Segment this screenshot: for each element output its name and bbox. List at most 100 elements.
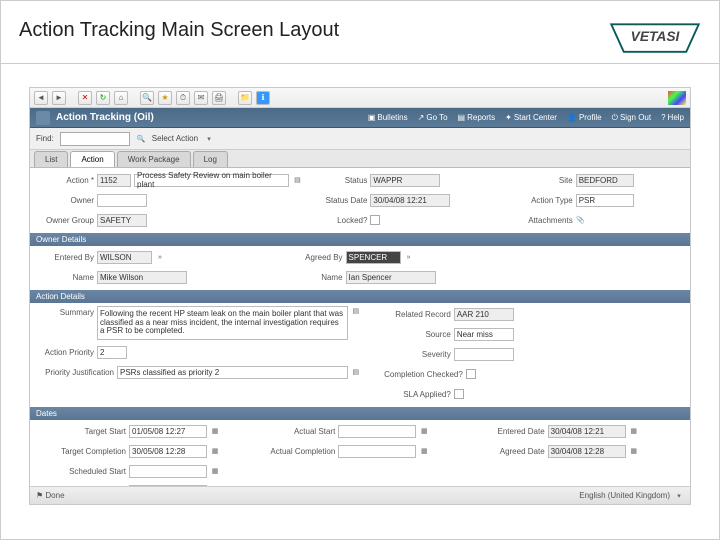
browser-window: ◄ ► ✕ ↻ ⌂ 🔍 ★ ⏱ ✉ 🖨 📁 ℹ Action Tracking … (29, 87, 691, 505)
calendar-icon[interactable]: ▦ (210, 466, 220, 476)
dates-section: Dates (30, 407, 690, 420)
forward-button[interactable]: ► (52, 91, 66, 105)
lang-dropdown-icon[interactable]: ▾ (674, 491, 684, 501)
summary-longdesc-icon[interactable]: ▤ (351, 306, 361, 316)
ownergroup-label: Owner Group (36, 216, 94, 225)
priority-field[interactable]: 2 (97, 346, 127, 359)
targetcomp-field[interactable]: 30/05/08 12:28 (129, 445, 207, 458)
enteredby-field: WILSON (97, 251, 152, 264)
mail-button[interactable]: ✉ (194, 91, 208, 105)
entereddate-field: 30/04/08 12:21 (548, 425, 626, 438)
home-button[interactable]: ⌂ (114, 91, 128, 105)
targetcomp-label: Target Completion (36, 447, 126, 456)
select-action-dropdown-icon[interactable]: ▾ (204, 134, 214, 144)
locked-label: Locked? (312, 216, 367, 225)
nav-bulletins[interactable]: ▣ Bulletins (368, 113, 408, 123)
history-button[interactable]: ⏱ (176, 91, 190, 105)
action-desc-field[interactable]: Process Safety Review on main boiler pla… (134, 174, 289, 187)
folder-button[interactable]: 📁 (238, 91, 252, 105)
browser-toolbar: ◄ ► ✕ ↻ ⌂ 🔍 ★ ⏱ ✉ 🖨 📁 ℹ (30, 88, 690, 108)
calendar-icon[interactable]: ▦ (210, 426, 220, 436)
actiontype-field[interactable]: PSR (576, 194, 634, 207)
info-button[interactable]: ℹ (256, 91, 270, 105)
nav-goto[interactable]: ↗ Go To (418, 113, 448, 123)
statusdate-label: Status Date (312, 196, 367, 205)
select-action-label: Select Action (152, 134, 198, 143)
long-desc-icon[interactable]: ▤ (292, 175, 302, 185)
search-button[interactable]: 🔍 (140, 91, 154, 105)
entereddate-label: Entered Date (475, 427, 545, 436)
tab-workpackage[interactable]: Work Package (117, 151, 191, 167)
actualstart-field[interactable] (338, 425, 416, 438)
severity-label: Severity (371, 350, 451, 359)
slide-title: Action Tracking Main Screen Layout (19, 19, 339, 42)
related-field[interactable]: AAR 210 (454, 308, 514, 321)
tab-strip: List Action Work Package Log (30, 150, 690, 168)
source-label: Source (371, 330, 451, 339)
sla-label: SLA Applied? (371, 390, 451, 399)
justification-field[interactable]: PSRs classified as priority 2 (117, 366, 348, 379)
summary-label: Summary (36, 306, 94, 317)
schedstart-field[interactable] (129, 465, 207, 478)
vetasi-logo: VETASI (605, 19, 705, 57)
priority-label: Action Priority (36, 348, 94, 357)
owner-field[interactable] (97, 194, 147, 207)
nav-reports[interactable]: ▤ Reports (458, 113, 496, 123)
compcheck-checkbox[interactable] (466, 369, 476, 379)
status-done: ⚑ Done (36, 491, 65, 500)
status-label: Status (312, 176, 367, 185)
agreedby-detail-icon[interactable]: » (404, 252, 414, 262)
actualcomp-field[interactable] (338, 445, 416, 458)
sla-checkbox[interactable] (454, 389, 464, 399)
app-header: Action Tracking (Oil) ▣ Bulletins ↗ Go T… (30, 108, 690, 128)
agreedby-field: SPENCER (346, 251, 401, 264)
attachments-icon[interactable]: 📎 (576, 215, 586, 225)
nav-signout[interactable]: ⏻ Sign Out (612, 113, 651, 123)
owner-label: Owner (36, 196, 94, 205)
tab-log[interactable]: Log (193, 151, 228, 167)
agreedby-label: Agreed By (288, 253, 343, 262)
calendar-icon[interactable]: ▦ (629, 446, 639, 456)
severity-field[interactable] (454, 348, 514, 361)
summary-field[interactable]: Following the recent HP steam leak on th… (97, 306, 348, 340)
svg-text:VETASI: VETASI (631, 29, 681, 44)
app-title: Action Tracking (Oil) (56, 112, 154, 123)
find-go-icon[interactable]: 🔍 (136, 134, 146, 144)
action-label: Action * (36, 176, 94, 185)
locked-checkbox[interactable] (370, 215, 380, 225)
refresh-button[interactable]: ↻ (96, 91, 110, 105)
targetstart-field[interactable]: 01/05/08 12:27 (129, 425, 207, 438)
print-button[interactable]: 🖨 (212, 91, 226, 105)
status-field: WAPPR (370, 174, 440, 187)
owner-details-section: Owner Details (30, 233, 690, 246)
agreeddate-label: Agreed Date (475, 447, 545, 456)
nav-startcenter[interactable]: ✦ Start Center (505, 113, 557, 123)
calendar-icon[interactable]: ▦ (419, 426, 429, 436)
nav-help[interactable]: ? Help (661, 113, 684, 123)
site-field: BEDFORD (576, 174, 634, 187)
calendar-icon[interactable]: ▦ (419, 446, 429, 456)
app-icon (36, 111, 50, 125)
back-button[interactable]: ◄ (34, 91, 48, 105)
tab-list[interactable]: List (34, 151, 68, 167)
attachments-label: Attachments (513, 216, 573, 225)
find-input[interactable] (60, 132, 130, 146)
calendar-icon[interactable]: ▦ (210, 446, 220, 456)
enteredby-detail-icon[interactable]: » (155, 252, 165, 262)
nav-profile[interactable]: 👤 Profile (567, 113, 602, 123)
calendar-icon[interactable]: ▦ (629, 426, 639, 436)
source-field[interactable]: Near miss (454, 328, 514, 341)
favorites-button[interactable]: ★ (158, 91, 172, 105)
related-label: Related Record (371, 310, 451, 319)
aname-field: Ian Spencer (346, 271, 436, 284)
form-area: Action * 1152 Process Safety Review on m… (30, 168, 690, 505)
stop-button[interactable]: ✕ (78, 91, 92, 105)
tab-action[interactable]: Action (70, 151, 114, 167)
statusdate-field: 30/04/08 12:21 (370, 194, 450, 207)
action-id-field[interactable]: 1152 (97, 174, 131, 187)
justification-longdesc-icon[interactable]: ▤ (351, 367, 361, 377)
status-bar: ⚑ Done English (United Kingdom) ▾ (30, 486, 690, 504)
ownergroup-field[interactable]: SAFETY (97, 214, 147, 227)
actiontype-label: Action Type (513, 196, 573, 205)
actualcomp-label: Actual Completion (255, 447, 335, 456)
